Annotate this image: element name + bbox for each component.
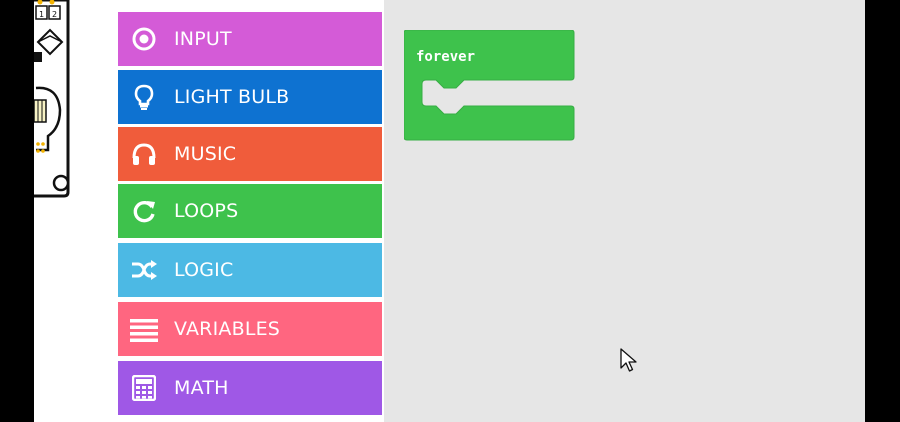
headphones-icon xyxy=(130,140,158,168)
forever-block-label: forever xyxy=(416,49,476,65)
category-input[interactable]: INPUT xyxy=(118,12,382,66)
list-icon xyxy=(130,315,158,343)
category-label: MUSIC xyxy=(174,143,237,165)
shuffle-icon xyxy=(130,256,158,284)
category-label: VARIABLES xyxy=(174,318,281,340)
svg-text:1: 1 xyxy=(39,10,44,19)
code-workspace[interactable]: forever xyxy=(384,0,865,422)
category-math[interactable]: MATH xyxy=(118,361,382,415)
simulator-panel[interactable]: 1 2 xyxy=(34,0,118,422)
forever-block[interactable]: forever xyxy=(403,29,576,146)
category-label: LOGIC xyxy=(174,259,234,281)
radio-icon xyxy=(130,25,158,53)
forever-block-shape xyxy=(403,29,575,141)
calculator-icon xyxy=(130,374,158,402)
category-light-bulb[interactable]: LIGHT BULB xyxy=(118,70,382,124)
editor-app: 1 2 INPUT LIGHT BULB MUSIC LOOPS LOGIC V… xyxy=(34,0,865,422)
toolbox-panel: INPUT LIGHT BULB MUSIC LOOPS LOGIC VARIA… xyxy=(118,0,384,422)
refresh-icon xyxy=(130,197,158,225)
category-label: INPUT xyxy=(174,28,232,50)
category-variables[interactable]: VARIABLES xyxy=(118,302,382,356)
mouse-pointer-icon xyxy=(620,348,637,372)
category-loops[interactable]: LOOPS xyxy=(118,184,382,238)
category-label: LOOPS xyxy=(174,200,239,222)
simulator-device-icon: 1 2 xyxy=(34,0,70,198)
category-music[interactable]: MUSIC xyxy=(118,127,382,181)
screen-frame: 1 2 INPUT LIGHT BULB MUSIC LOOPS LOGIC V… xyxy=(0,0,900,422)
category-label: MATH xyxy=(174,377,229,399)
lightbulb-icon xyxy=(130,83,158,111)
svg-text:2: 2 xyxy=(52,10,57,19)
category-logic[interactable]: LOGIC xyxy=(118,243,382,297)
category-label: LIGHT BULB xyxy=(174,86,290,108)
